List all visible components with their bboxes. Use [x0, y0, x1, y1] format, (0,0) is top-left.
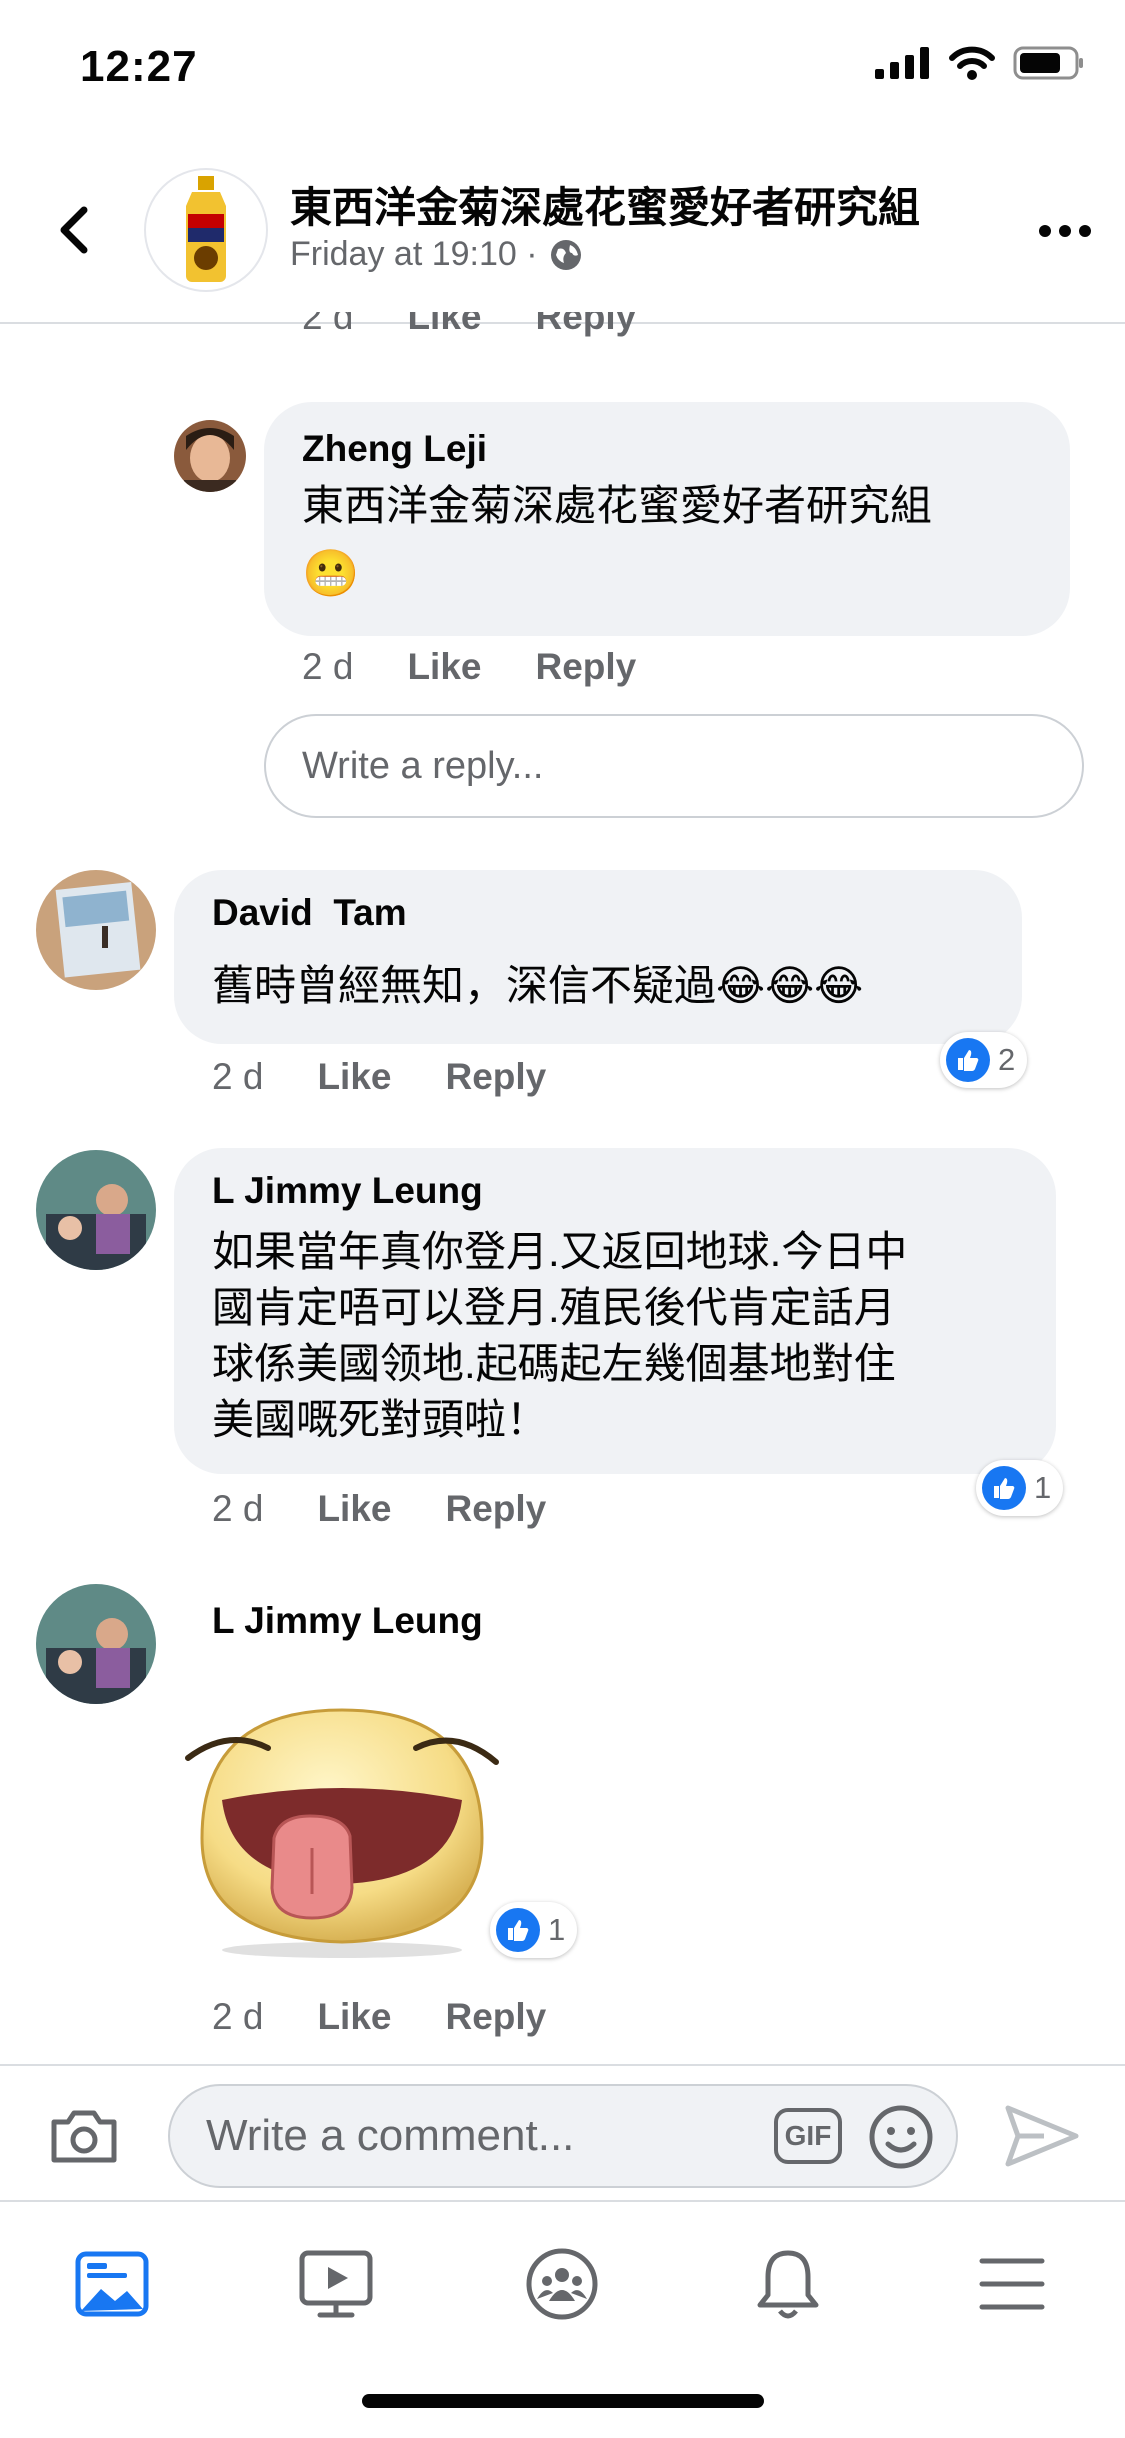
- like-reaction-icon: [982, 1466, 1026, 1510]
- comment-age: 2 d: [302, 646, 354, 687]
- comment-text-line: 國肯定唔可以登月.殖民後代肯定話月: [212, 1284, 896, 1331]
- comment-actions: 2 d Like Reply: [212, 1996, 546, 2038]
- page-avatar[interactable]: [144, 168, 268, 292]
- back-chevron-icon[interactable]: [46, 200, 106, 260]
- like-link[interactable]: Like: [317, 1488, 391, 1530]
- honey-bottle-image: [186, 176, 226, 282]
- camera-icon[interactable]: [48, 2106, 120, 2166]
- like-link[interactable]: Like: [407, 646, 481, 688]
- comment-age: 2 d: [212, 1488, 264, 1529]
- comment-author[interactable]: L Jimmy Leung: [212, 1170, 483, 1212]
- emoji-picker-icon[interactable]: [868, 2104, 934, 2170]
- reply-link[interactable]: Reply: [445, 1488, 546, 1530]
- like-link[interactable]: Like: [317, 1996, 391, 2038]
- grimacing-emoji: 😬: [302, 547, 360, 599]
- comment-bubble: L Jimmy Leung 如果當年真你登月.又返回地球.今日中 國肯定唔可以登…: [174, 1148, 1056, 1474]
- send-icon[interactable]: [1004, 2102, 1080, 2170]
- comment-text-line: 美國嘅死對頭啦！: [212, 1396, 549, 1443]
- comment-actions: 2 d Like Reply: [302, 646, 636, 688]
- jimmy-leung-avatar-image: [36, 1150, 156, 1270]
- cellular-signal-icon: [875, 47, 929, 79]
- like-reaction-count[interactable]: 1: [490, 1902, 578, 1958]
- comment-composer: Write a comment... GIF: [0, 2064, 1125, 2200]
- notifications-icon[interactable]: [738, 2234, 838, 2334]
- comment-text: 舊時曾經無知，深信不疑過😂😂😂: [212, 962, 864, 1009]
- reply-input[interactable]: Write a reply...: [264, 714, 1084, 818]
- status-time: 12:27: [80, 42, 198, 91]
- like-reaction-count[interactable]: 2: [940, 1032, 1028, 1088]
- comment-author[interactable]: L Jimmy Leung: [212, 1600, 483, 1642]
- comment-age: 2 d: [212, 1996, 264, 2037]
- like-reaction-count[interactable]: 1: [976, 1460, 1064, 1516]
- menu-icon[interactable]: [962, 2234, 1062, 2334]
- comment-author[interactable]: Zheng Leji: [302, 428, 487, 470]
- like-reaction-icon: [496, 1908, 540, 1952]
- reply-link[interactable]: Reply: [445, 1056, 546, 1098]
- like-link[interactable]: Like: [317, 1056, 391, 1098]
- comment-text-line: 如果當年真你登月.又返回地球.今日中: [212, 1228, 908, 1275]
- avatar[interactable]: [36, 1150, 156, 1270]
- comment-placeholder: Write a comment...: [206, 2111, 575, 2160]
- post-timestamp: Friday at 19:10 ·: [290, 235, 584, 274]
- comment-author[interactable]: David Tam: [212, 892, 407, 934]
- post-time-text: Friday at 19:10 ·: [290, 235, 538, 273]
- avatar[interactable]: [174, 420, 246, 492]
- reaction-count: 1: [548, 1912, 566, 1947]
- post-header: 東西洋金菊深處花蜜愛好者研究組 Friday at 19:10 ·: [0, 140, 1125, 324]
- more-options-icon[interactable]: [1035, 216, 1095, 246]
- globe-icon: [550, 239, 581, 270]
- comment-age: 2 d: [302, 312, 354, 337]
- avatar[interactable]: [36, 1584, 156, 1704]
- battery-icon: [1013, 46, 1083, 80]
- groups-icon[interactable]: [512, 2234, 612, 2334]
- comment-bubble: Zheng Leji 東西洋金菊深處花蜜愛好者研究組 😬: [264, 402, 1070, 636]
- comment-input[interactable]: Write a comment... GIF: [168, 2084, 958, 2188]
- comment-text: 東西洋金菊深處花蜜愛好者研究組: [302, 482, 933, 529]
- reaction-count: 1: [1034, 1470, 1052, 1505]
- zheng-leji-avatar-image: [174, 420, 246, 492]
- page-title[interactable]: 東西洋金菊深處花蜜愛好者研究組: [290, 174, 920, 235]
- comment-text-line: 球係美國领地.起碼起左幾個基地對住: [212, 1340, 896, 1387]
- comment-text: 如果當年真你登月.又返回地球.今日中 國肯定唔可以登月.殖民後代肯定話月 球係美…: [212, 1224, 907, 1448]
- like-reaction-icon: [946, 1038, 990, 1082]
- david-tam-avatar-image: [36, 870, 156, 990]
- comment-bubble: David Tam 舊時曾經無知，深信不疑過😂😂😂: [174, 870, 1022, 1044]
- news-feed-icon[interactable]: [62, 2234, 162, 2334]
- comment-age: 2 d: [212, 1056, 264, 1097]
- reply-link[interactable]: Reply: [445, 1996, 546, 2038]
- watch-icon[interactable]: [286, 2234, 386, 2334]
- reaction-count: 2: [998, 1042, 1016, 1077]
- wifi-icon: [949, 46, 995, 80]
- home-indicator: [362, 2394, 764, 2408]
- like-link[interactable]: Like: [407, 312, 481, 348]
- tongue-out-sticker[interactable]: [182, 1688, 502, 1958]
- reply-link[interactable]: Reply: [535, 312, 636, 348]
- status-icons: [875, 46, 1085, 80]
- gif-button[interactable]: GIF: [774, 2108, 842, 2164]
- comment-actions: 2 d Like Reply: [212, 1488, 546, 1530]
- avatar[interactable]: [36, 870, 156, 990]
- comment-actions: 2 d Like Reply: [302, 312, 636, 348]
- reply-link[interactable]: Reply: [535, 646, 636, 688]
- jimmy-leung-avatar-image: [36, 1584, 156, 1704]
- comment-actions: 2 d Like Reply: [212, 1056, 546, 1098]
